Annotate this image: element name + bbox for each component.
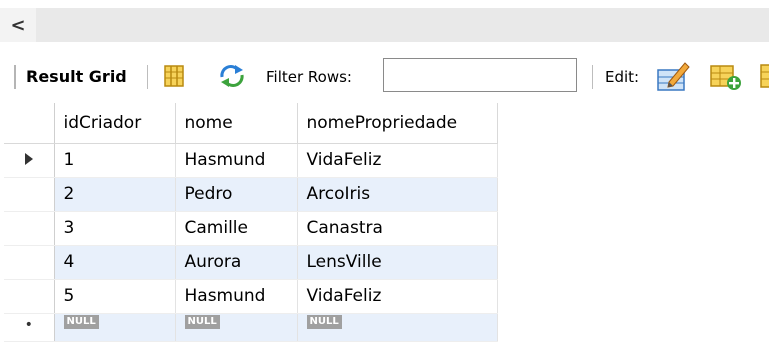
row-selector[interactable] (4, 211, 55, 246)
current-row-pointer-icon (24, 153, 33, 165)
table-cell[interactable]: NULL (175, 313, 298, 342)
toolbar-separator (147, 65, 148, 89)
table-cell[interactable]: Aurora (175, 245, 298, 280)
column-header-nome[interactable]: nome (175, 103, 298, 144)
table-row[interactable]: 1 Hasmund VidaFeliz (4, 143, 498, 178)
table-cell[interactable]: LensVille (297, 245, 498, 280)
refresh-arrows-icon[interactable] (218, 64, 246, 88)
toolbar-separator (592, 65, 593, 89)
new-row-star-icon: • (24, 316, 33, 333)
table-row[interactable]: 5 Hasmund VidaFeliz (4, 279, 498, 314)
result-grid: idCriador nome nomePropriedade 1 Hasmund… (4, 103, 498, 342)
table-cell[interactable]: NULL (54, 313, 176, 342)
null-badge: NULL (184, 314, 220, 329)
table-cell[interactable]: ArcoIris (297, 177, 498, 212)
table-cell[interactable]: Canastra (297, 211, 498, 246)
result-grid-tab[interactable]: Result Grid (26, 67, 127, 87)
table-cell[interactable]: 5 (54, 279, 176, 314)
column-header-idcriador[interactable]: idCriador (54, 103, 176, 144)
row-selector[interactable] (4, 279, 55, 314)
filter-rows-label: Filter Rows: (266, 68, 352, 86)
table-cell[interactable]: 2 (54, 177, 176, 212)
new-row[interactable]: • NULL NULL NULL (4, 313, 498, 342)
table-row[interactable]: 4 Aurora LensVille (4, 245, 498, 280)
table-cell[interactable]: 3 (54, 211, 176, 246)
edit-label: Edit: (605, 68, 640, 86)
row-header-corner (4, 103, 55, 144)
table-cell[interactable]: VidaFeliz (297, 143, 498, 178)
form-grid-icon[interactable] (163, 64, 185, 88)
table-cell[interactable]: Hasmund (175, 279, 298, 314)
table-row[interactable]: 3 Camille Canastra (4, 211, 498, 246)
table-cell[interactable]: Pedro (175, 177, 298, 212)
table-cell[interactable]: Hasmund (175, 143, 298, 178)
result-toolbar: Result Grid Filter Rows: Edit: (0, 55, 769, 99)
header-row: idCriador nome nomePropriedade (4, 103, 498, 144)
edit-pencil-icon[interactable] (655, 60, 691, 92)
scroll-left-button[interactable]: < (0, 8, 36, 42)
row-selector[interactable] (4, 177, 55, 212)
row-selector-new[interactable]: • (4, 313, 55, 342)
toolbar-grip[interactable] (14, 65, 16, 89)
row-selector-current[interactable] (4, 143, 55, 178)
table-cell[interactable]: Camille (175, 211, 298, 246)
table-cell[interactable]: NULL (297, 313, 498, 342)
chevron-left-icon: < (10, 14, 26, 36)
scrollbar-track[interactable] (0, 8, 769, 42)
table-cell[interactable]: 1 (54, 143, 176, 178)
table-cell[interactable]: 4 (54, 245, 176, 280)
null-badge: NULL (63, 314, 99, 329)
grid-icon[interactable] (760, 64, 769, 90)
filter-rows-input[interactable] (383, 58, 577, 92)
add-row-icon[interactable] (709, 63, 743, 91)
row-selector[interactable] (4, 245, 55, 280)
null-badge: NULL (306, 314, 342, 329)
table-cell[interactable]: VidaFeliz (297, 279, 498, 314)
table-row[interactable]: 2 Pedro ArcoIris (4, 177, 498, 212)
horizontal-scrollbar[interactable]: < (0, 0, 769, 44)
column-header-nomepropriedade[interactable]: nomePropriedade (297, 103, 498, 144)
